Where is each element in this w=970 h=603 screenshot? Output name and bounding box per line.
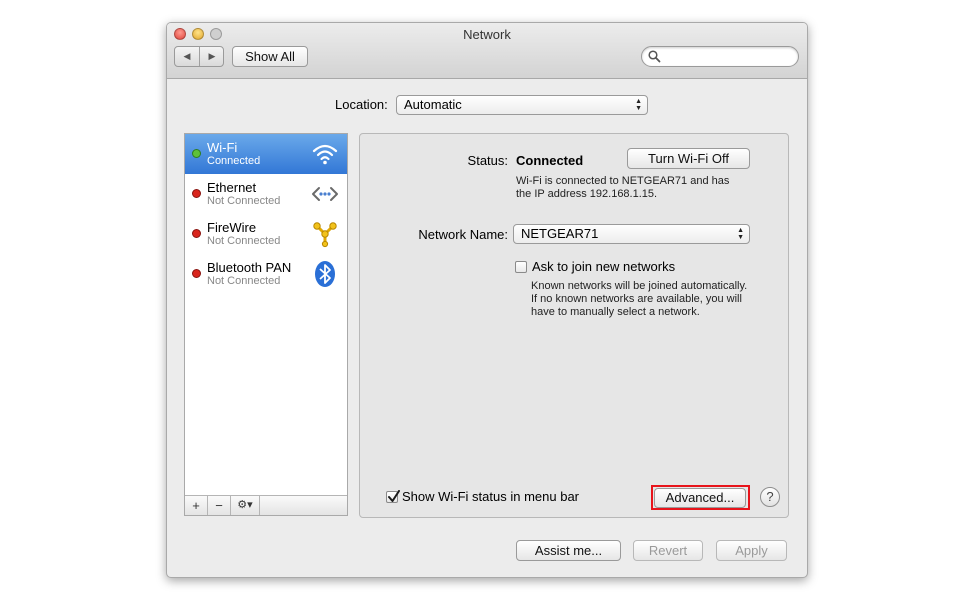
ask-join-description-line: If no known networks are available, you … bbox=[531, 293, 742, 305]
firewire-icon bbox=[313, 222, 337, 248]
forward-arrow-icon[interactable]: ▶ bbox=[200, 47, 224, 66]
search-input[interactable] bbox=[664, 48, 796, 67]
service-item-bluetooth-pan[interactable]: Bluetooth PAN Not Connected bbox=[185, 254, 347, 294]
gear-icon[interactable]: ⚙▾ bbox=[231, 496, 260, 515]
revert-button[interactable]: Revert bbox=[633, 540, 703, 561]
back-arrow-icon[interactable]: ◀ bbox=[175, 47, 200, 66]
show-wifi-status-label: Show Wi-Fi status in menu bar bbox=[402, 489, 580, 504]
ask-join-checkbox[interactable] bbox=[515, 261, 527, 273]
service-name: Ethernet bbox=[207, 180, 257, 195]
network-name-value: NETGEAR71 bbox=[521, 226, 599, 241]
ask-join-description-line: Known networks will be joined automatica… bbox=[531, 280, 748, 292]
service-status: Not Connected bbox=[207, 275, 281, 287]
service-list-toolbar: + − ⚙▾ bbox=[185, 495, 347, 515]
assist-me-button[interactable]: Assist me... bbox=[516, 540, 621, 561]
service-list: Wi-Fi Connected Ethernet Not Connected F bbox=[184, 133, 348, 516]
status-indicator bbox=[192, 269, 201, 278]
apply-button[interactable]: Apply bbox=[716, 540, 787, 561]
search-field[interactable] bbox=[641, 46, 799, 67]
status-indicator bbox=[192, 149, 201, 158]
status-label: Status: bbox=[467, 153, 508, 168]
location-label: Location: bbox=[335, 97, 388, 112]
bluetooth-icon bbox=[315, 261, 335, 287]
checkmark-icon bbox=[388, 490, 400, 502]
service-item-ethernet[interactable]: Ethernet Not Connected bbox=[185, 174, 347, 214]
network-name-label: Network Name: bbox=[418, 227, 508, 242]
service-name: Wi-Fi bbox=[207, 140, 238, 155]
search-icon bbox=[648, 50, 661, 63]
network-preferences-window: Network ◀ ▶ Show All Location: Automatic… bbox=[166, 22, 808, 578]
updown-arrows-icon: ▲ ▼ bbox=[737, 227, 744, 241]
location-popup[interactable]: Automatic ▲ ▼ bbox=[396, 95, 648, 115]
turn-wifi-off-button[interactable]: Turn Wi-Fi Off bbox=[627, 148, 750, 169]
ethernet-icon bbox=[312, 187, 338, 201]
network-name-popup[interactable]: NETGEAR71 ▲ ▼ bbox=[513, 224, 750, 244]
add-service-button[interactable]: + bbox=[185, 496, 208, 515]
service-name: FireWire bbox=[207, 220, 257, 235]
status-value: Connected bbox=[516, 153, 584, 168]
service-item-firewire[interactable]: FireWire Not Connected bbox=[185, 214, 347, 254]
ask-join-description-line: have to manually select a network. bbox=[531, 306, 700, 318]
detail-panel: Status: Connected Turn Wi-Fi Off Wi-Fi i… bbox=[359, 133, 789, 518]
title-bar: Network ◀ ▶ Show All bbox=[167, 23, 807, 79]
service-status: Connected bbox=[207, 155, 261, 167]
status-indicator bbox=[192, 189, 201, 198]
remove-service-button[interactable]: − bbox=[208, 496, 231, 515]
service-name: Bluetooth PAN bbox=[207, 260, 292, 275]
status-description-line: Wi-Fi is connected to NETGEAR71 and has bbox=[516, 175, 730, 187]
service-status: Not Connected bbox=[207, 235, 281, 247]
status-indicator bbox=[192, 229, 201, 238]
status-description-line: the IP address 192.168.1.15. bbox=[516, 188, 658, 200]
service-status: Not Connected bbox=[207, 195, 281, 207]
advanced-highlight-box bbox=[651, 485, 750, 510]
show-all-button[interactable]: Show All bbox=[232, 46, 308, 67]
help-button[interactable]: ? bbox=[760, 487, 780, 507]
service-item-wifi[interactable]: Wi-Fi Connected bbox=[185, 134, 347, 174]
location-value: Automatic bbox=[404, 97, 462, 112]
back-forward-control: ◀ ▶ bbox=[174, 46, 224, 67]
window-title: Network bbox=[463, 27, 511, 42]
updown-arrows-icon: ▲ ▼ bbox=[635, 98, 642, 112]
wifi-icon bbox=[312, 144, 338, 165]
show-wifi-status-checkbox[interactable] bbox=[386, 490, 400, 503]
ask-join-label: Ask to join new networks bbox=[532, 259, 676, 274]
